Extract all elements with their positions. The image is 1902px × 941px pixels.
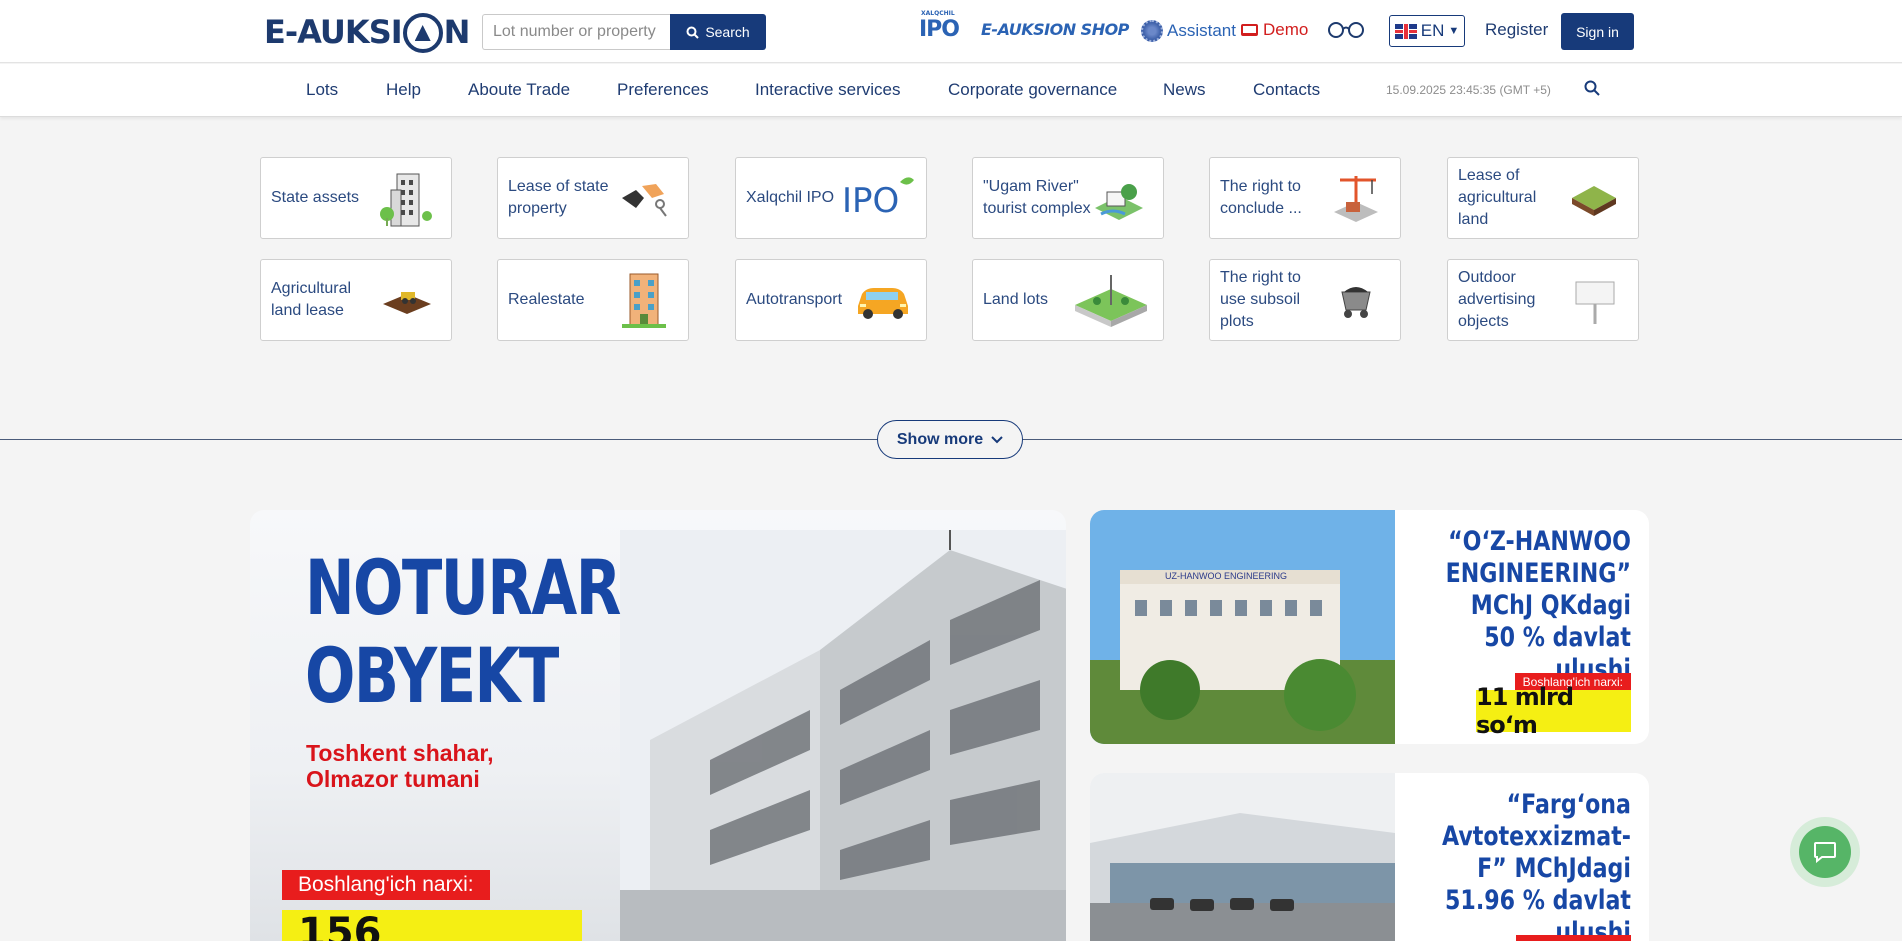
nav-item-preferences[interactable]: Preferences: [617, 80, 709, 100]
office-building-icon: [380, 173, 432, 227]
fargona-banner-text: “Farg‘ona Avtotexxizmat-F” MChJdagi 51.9…: [1442, 789, 1631, 941]
ipo-small-label: XALQCHIL: [921, 10, 955, 17]
main-banner-price-label: Boshlang'ich narxi:: [282, 870, 490, 900]
main-banner-city: Toshkent shahar,: [306, 740, 494, 766]
category-tile-state-assets[interactable]: State assets: [260, 157, 452, 239]
main-banner-district: Olmazor tumani: [306, 766, 480, 792]
category-tile-right-to-conclude[interactable]: The right to conclude ...: [1209, 157, 1401, 239]
language-selector[interactable]: EN ▼: [1389, 15, 1465, 47]
chat-bubble-icon: [1814, 842, 1836, 863]
main-banner-title-line1: NOTURAR: [305, 543, 621, 632]
register-link[interactable]: Register: [1485, 20, 1548, 40]
language-label: EN: [1420, 21, 1445, 40]
laptop-icon: [1241, 24, 1258, 36]
hanwoo-building-photo: [1090, 510, 1395, 744]
svg-text:IPO: IPO: [842, 181, 899, 221]
mine-cart-icon: [1341, 287, 1371, 318]
search-icon: [686, 26, 700, 39]
accessibility-glasses-icon[interactable]: [1327, 20, 1365, 38]
category-tile-ugam-river[interactable]: "Ugam River" tourist complex: [972, 157, 1164, 239]
demo-label: Demo: [1263, 20, 1309, 39]
nav-item-contacts[interactable]: Contacts: [1253, 80, 1320, 100]
chevron-down-icon: [991, 435, 1003, 443]
category-label: Autotransport: [746, 291, 843, 308]
category-label: Outdoor advertising objects: [1458, 269, 1536, 330]
featured-banner-hanwoo[interactable]: UZ-HANWOO ENGINEERING “O‘Z-HANWOO ENGINE…: [1090, 510, 1649, 744]
main-banner-title: NOTURAR OBYEKT: [305, 543, 621, 720]
nav-item-interactive-services[interactable]: Interactive services: [755, 80, 901, 100]
hanwoo-price: 11 mlrd so‘m: [1476, 683, 1631, 739]
search-input[interactable]: [482, 14, 670, 50]
nav-item-corporate-governance[interactable]: Corporate governance: [948, 80, 1117, 100]
hanwoo-sign: UZ-HANWOO ENGINEERING: [1165, 571, 1287, 581]
handshake-keys-icon: [622, 184, 667, 217]
car-icon: [858, 288, 908, 319]
land-lot-icon: [1075, 275, 1147, 327]
site-logo[interactable]: E-AUKSI N: [264, 10, 470, 54]
nav-item-news[interactable]: News: [1163, 80, 1206, 100]
category-label: Agricultural land lease: [271, 280, 352, 319]
construction-crane-icon: [1334, 176, 1378, 222]
category-tile-agricultural-land-lease[interactable]: Agricultural land lease: [260, 259, 452, 341]
category-label: Lease of state property: [508, 178, 609, 217]
header-search: Search: [482, 14, 766, 50]
category-label: Xalqchil IPO: [746, 189, 835, 206]
caret-down-icon: ▼: [1448, 25, 1460, 37]
fargona-price-label-strip: [1516, 935, 1631, 941]
category-tile-lease-state-property[interactable]: Lease of state property: [497, 157, 689, 239]
featured-banner-fargona[interactable]: “Farg‘ona Avtotexxizmat-F” MChJdagi 51.9…: [1090, 773, 1649, 941]
billboard-icon: [1575, 281, 1615, 324]
category-tile-subsoil-plots[interactable]: The right to use subsoil plots: [1209, 259, 1401, 341]
hanwoo-banner-text: “O‘Z-HANWOO ENGINEERING” MChJ QKdagi 50 …: [1445, 526, 1631, 685]
featured-banner-main[interactable]: NOTURAR OBYEKT Toshkent shahar, Olmazor …: [250, 510, 1066, 941]
chat-button-inner: [1799, 826, 1851, 878]
category-label: Realestate: [508, 291, 585, 308]
category-tile-lease-agricultural-land[interactable]: Lease of agricultural land: [1447, 157, 1639, 239]
top-header: E-AUKSIN Search XALQCHIL IPO E-AUKSION S…: [0, 0, 1902, 63]
nav-search-icon[interactable]: [1584, 80, 1600, 101]
nav-item-lots[interactable]: Lots: [306, 80, 338, 100]
category-label: State assets: [271, 189, 360, 206]
main-banner-title-line2: OBYEKT: [305, 631, 559, 720]
resort-icon: [1095, 184, 1143, 220]
main-nav: Lots Help Aboute Trade Preferences Inter…: [0, 64, 1902, 117]
main-banner-price: 156: [282, 910, 582, 941]
category-label: "Ugam River" tourist complex: [983, 178, 1091, 217]
category-tile-xalqchil-ipo[interactable]: Xalqchil IPO IPO: [735, 157, 927, 239]
server-datetime: 15.09.2025 23:45:35 (GMT +5): [1386, 83, 1551, 97]
uk-flag-icon: [1394, 23, 1417, 39]
ipo-logo-icon: IPO: [842, 177, 914, 221]
shop-link[interactable]: E-AUKSION SHOP: [981, 20, 1129, 39]
category-label: The right to conclude ...: [1220, 178, 1302, 217]
apartment-building-icon: [622, 273, 666, 328]
nav-item-help[interactable]: Help: [386, 80, 421, 100]
sign-in-button[interactable]: Sign in: [1561, 13, 1634, 50]
nav-item-about-trade[interactable]: Aboute Trade: [468, 80, 570, 100]
category-tile-land-lots[interactable]: Land lots: [972, 259, 1164, 341]
ipo-link[interactable]: XALQCHIL IPO: [919, 10, 960, 42]
assistant-label: Assistant: [1167, 21, 1236, 40]
svg-text:UZ-HANWOO ENGINEERING: UZ-HANWOO ENGINEERING: [1165, 571, 1287, 581]
category-label: The right to use subsoil plots: [1220, 269, 1301, 330]
search-button[interactable]: Search: [670, 14, 766, 50]
show-more-button[interactable]: Show more: [877, 420, 1023, 459]
assistant-globe-icon: [1141, 20, 1163, 42]
fargona-building-photo: [1090, 773, 1395, 941]
ipo-link-label: IPO: [919, 17, 960, 42]
show-more-label: Show more: [896, 430, 984, 448]
category-tile-outdoor-advertising[interactable]: Outdoor advertising objects: [1447, 259, 1639, 341]
main-banner-location: Toshkent shahar, Olmazor tumani: [306, 740, 493, 792]
logo-seal-icon: [402, 13, 443, 53]
assistant-link[interactable]: Assistant: [1141, 20, 1236, 42]
demo-link[interactable]: Demo: [1241, 20, 1308, 40]
category-tile-realestate[interactable]: Realestate: [497, 259, 689, 341]
category-tile-autotransport[interactable]: Autotransport: [735, 259, 927, 341]
search-button-label: Search: [705, 24, 750, 40]
chat-button[interactable]: [1790, 817, 1860, 887]
tractor-field-icon: [383, 292, 431, 314]
category-label: Lease of agricultural land: [1458, 167, 1537, 228]
building-photo: [620, 530, 1066, 941]
field-plot-icon: [1572, 186, 1616, 216]
